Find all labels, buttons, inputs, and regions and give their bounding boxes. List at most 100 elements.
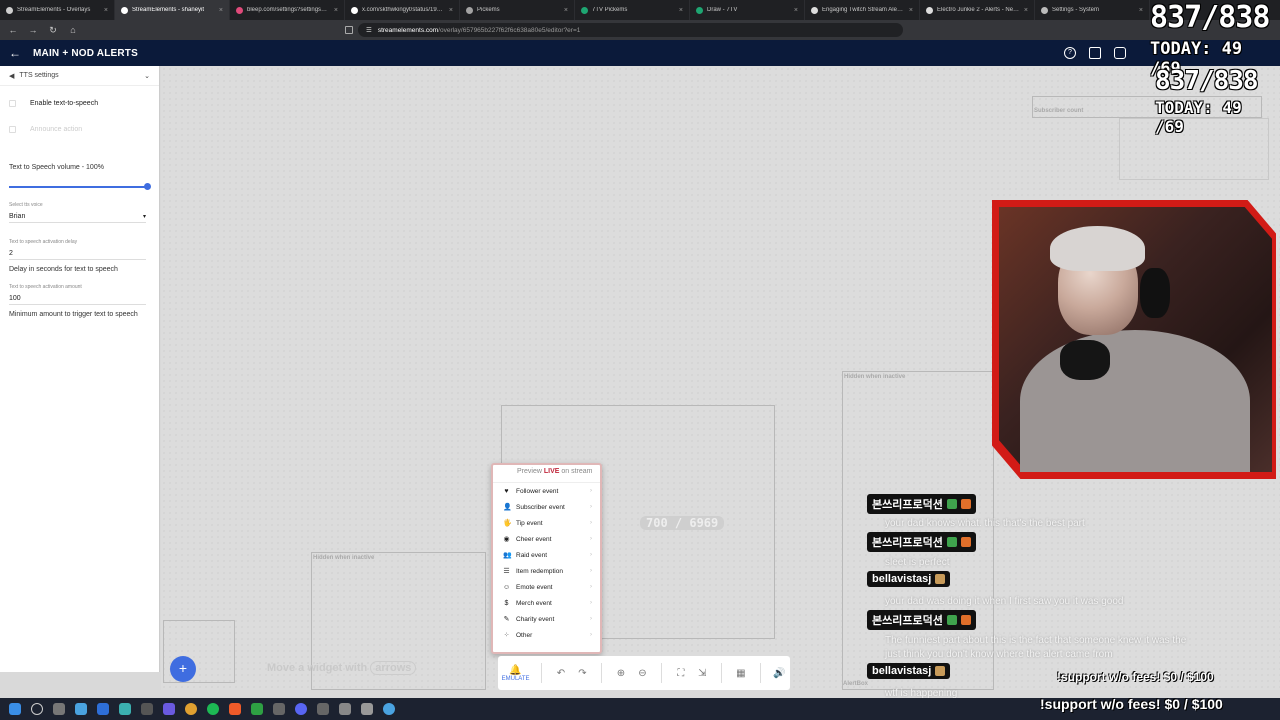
chat-username-text: bellavistasj: [872, 573, 932, 585]
search-icon[interactable]: [31, 703, 43, 715]
fullscreen-icon[interactable]: ⛶: [670, 668, 692, 679]
emulate-button[interactable]: 🔔 EMULATE: [498, 665, 533, 682]
tts-settings-header[interactable]: ◀ TTS settings ⌄: [0, 66, 159, 86]
announce-checkbox[interactable]: [9, 126, 16, 133]
app-icon[interactable]: [141, 703, 153, 715]
app-icon[interactable]: [163, 703, 175, 715]
preview-text: Preview: [517, 468, 542, 475]
browser-tab[interactable]: x.com/skthwkingyt/status/1981057 ×: [345, 0, 460, 20]
forward-icon[interactable]: →: [26, 25, 40, 35]
browser-tab[interactable]: Electro Junkie 2 - Alerts - Nerd or ×: [920, 0, 1035, 20]
close-tab-icon[interactable]: ×: [104, 7, 108, 14]
chat-username: 본쓰리프로덕션: [867, 532, 976, 552]
emulate-item[interactable]: ☺ Emote event ›: [493, 579, 600, 595]
move-hint: Move a widget with arrows: [267, 661, 417, 675]
zoom-in-icon[interactable]: ⊕: [610, 668, 632, 679]
close-tab-icon[interactable]: ×: [564, 7, 568, 14]
emulate-item[interactable]: ⁘ Other ›: [493, 627, 600, 643]
preview-live-option[interactable]: Preview LIVE on stream: [493, 465, 600, 483]
emulate-item-label: Raid event: [516, 551, 548, 559]
volume-slider-handle[interactable]: [144, 183, 151, 190]
fit-icon[interactable]: ⇲: [692, 668, 714, 679]
help-icon[interactable]: ?: [1064, 47, 1076, 59]
delay-input[interactable]: 2: [9, 250, 146, 260]
link-icon[interactable]: [1114, 47, 1126, 59]
zoom-out-icon[interactable]: ⊖: [632, 668, 654, 679]
browser-tab[interactable]: StreamElements - Overlays ×: [0, 0, 115, 20]
browser-tab[interactable]: Draw - 7TV ×: [690, 0, 805, 20]
app-icon[interactable]: [361, 703, 373, 715]
app-icon[interactable]: [273, 703, 285, 715]
emulate-item[interactable]: 👤 Subscriber event ›: [493, 499, 600, 515]
browser-tab[interactable]: Pickems ×: [460, 0, 575, 20]
close-tab-icon[interactable]: ×: [794, 7, 798, 14]
task-view-icon[interactable]: [53, 703, 65, 715]
chat-message: your dad knows what. this that's the bes…: [885, 518, 1085, 529]
amount-label: Text to speech activation amount: [9, 284, 82, 290]
add-widget-button[interactable]: +: [170, 656, 196, 682]
enable-tts-checkbox[interactable]: [9, 100, 16, 107]
emulate-item[interactable]: ☰ Item redemption ›: [493, 563, 600, 579]
url-field[interactable]: ☰ streamelements.com/overlay/657965b227f…: [358, 23, 903, 37]
browser-tab[interactable]: bleep.com/settings?settingsType= ×: [230, 0, 345, 20]
brave-icon[interactable]: [229, 703, 241, 715]
app-icon[interactable]: [317, 703, 329, 715]
app-icon[interactable]: [383, 703, 395, 715]
screen-icon[interactable]: [1089, 47, 1101, 59]
browser-tab[interactable]: Engaging Twitch Stream Alerts - C ×: [805, 0, 920, 20]
amount-input[interactable]: 100: [9, 295, 146, 305]
emulate-item-label: Other: [516, 631, 533, 639]
bookmark-icon[interactable]: [345, 26, 353, 34]
browser-tab[interactable]: StreamElements - shaneyit ×: [115, 0, 230, 20]
back-arrow-icon[interactable]: ←: [9, 46, 21, 60]
close-tab-icon[interactable]: ×: [679, 7, 683, 14]
emulate-item[interactable]: ♥ Follower event ›: [493, 483, 600, 499]
browser-tab[interactable]: 7TV Pickems ×: [575, 0, 690, 20]
chrome-icon[interactable]: [185, 703, 197, 715]
tab-favicon-icon: [6, 6, 13, 14]
emulate-item[interactable]: 🖐 Tip event ›: [493, 515, 600, 531]
emulate-item[interactable]: $ Merch event ›: [493, 595, 600, 611]
emote-icon: [946, 615, 957, 625]
redo-icon[interactable]: ↷: [572, 668, 594, 679]
emulate-item-label: Emote event: [516, 583, 553, 591]
home-icon[interactable]: ⌂: [66, 25, 80, 35]
emulate-item[interactable]: 👥 Raid event ›: [493, 547, 600, 563]
emote-icon: [935, 574, 946, 584]
chat-message: The funniest part about this is the fact…: [885, 635, 1187, 646]
reload-icon[interactable]: ↻: [46, 25, 60, 36]
voice-select[interactable]: Brian ▾: [9, 213, 146, 223]
spotify-icon[interactable]: [207, 703, 219, 715]
close-tab-icon[interactable]: ×: [334, 7, 338, 14]
photos-icon[interactable]: [75, 703, 87, 715]
app-icon[interactable]: [339, 703, 351, 715]
divider: [759, 663, 761, 683]
emote-icon: [946, 537, 957, 547]
browser-tab[interactable]: Settings - System ×: [1035, 0, 1150, 20]
app-icon[interactable]: [119, 703, 131, 715]
announce-row[interactable]: Announce action: [0, 126, 82, 133]
emulate-item[interactable]: ✎ Charity event ›: [493, 611, 600, 627]
emulate-item[interactable]: ◉ Cheer event ›: [493, 531, 600, 547]
grid-icon[interactable]: ▦: [730, 668, 752, 679]
windows-start-icon[interactable]: [9, 703, 21, 715]
subscriber-count-label: Subscriber count: [1034, 108, 1084, 114]
undo-icon[interactable]: ↶: [550, 668, 572, 679]
enable-tts-row[interactable]: Enable text-to-speech: [0, 100, 98, 107]
back-icon[interactable]: ←: [6, 25, 20, 35]
close-tab-icon[interactable]: ×: [909, 7, 913, 14]
close-tab-icon[interactable]: ×: [1139, 7, 1143, 14]
close-tab-icon[interactable]: ×: [1024, 7, 1028, 14]
sound-icon[interactable]: 🔊: [769, 668, 791, 679]
site-info-icon[interactable]: ☰: [366, 26, 372, 34]
chevron-down-icon[interactable]: ⌄: [144, 72, 150, 80]
app-icon[interactable]: [97, 703, 109, 715]
chevron-right-icon: ›: [590, 568, 592, 574]
close-tab-icon[interactable]: ×: [219, 7, 223, 14]
dropdown-caret-icon: ▾: [142, 214, 146, 220]
close-tab-icon[interactable]: ×: [449, 7, 453, 14]
app-icon[interactable]: [251, 703, 263, 715]
emulate-item-label: Subscriber event: [516, 503, 565, 511]
discord-icon[interactable]: [295, 703, 307, 715]
volume-slider[interactable]: [9, 183, 151, 190]
